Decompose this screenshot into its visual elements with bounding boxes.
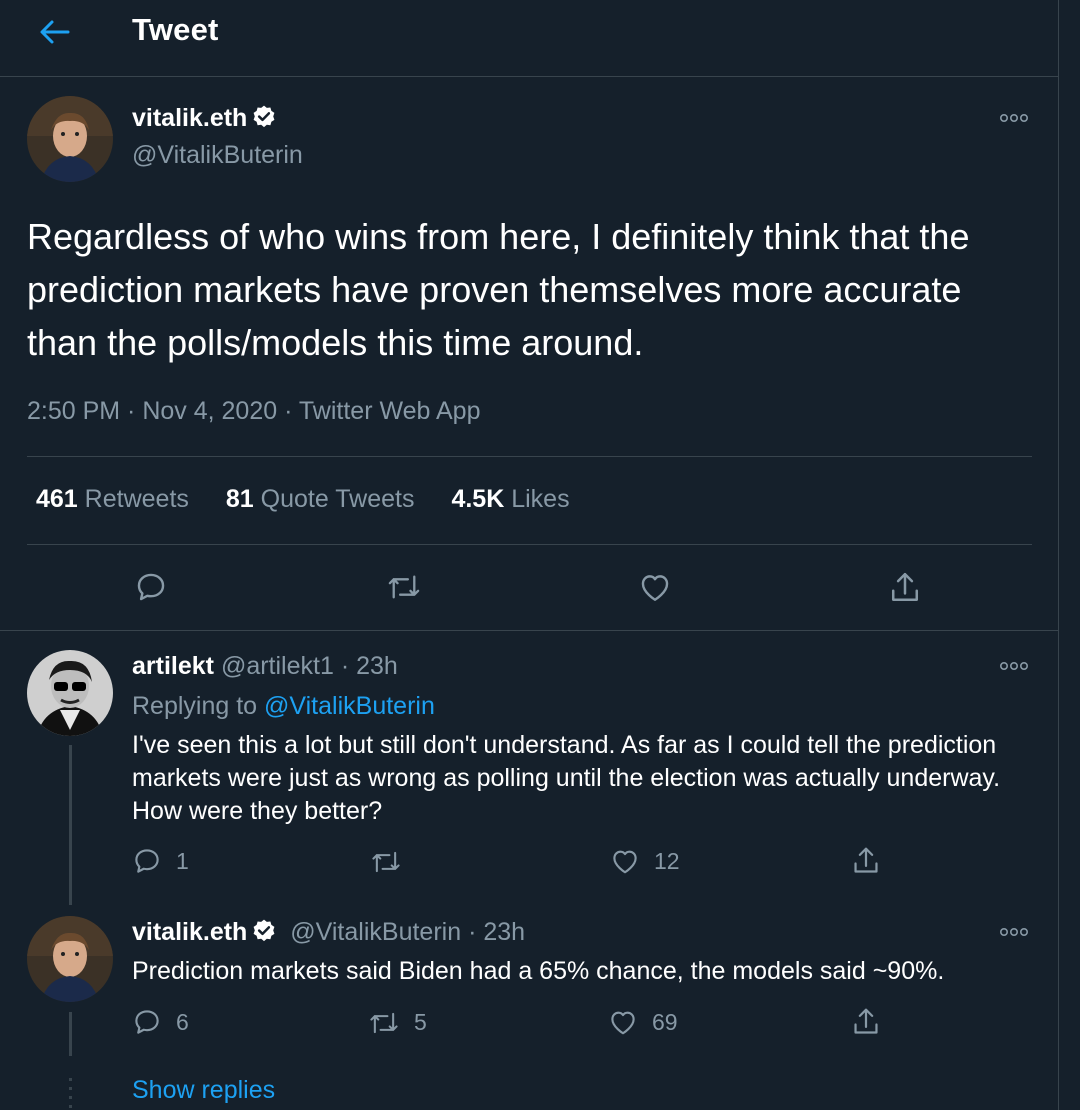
like-button[interactable]: 12 [610, 847, 680, 875]
avatar[interactable] [27, 650, 113, 736]
reply-icon [137, 573, 165, 601]
more-icon [999, 662, 1028, 671]
reply-button[interactable]: 6 [132, 1007, 189, 1037]
page-header: Tweet [0, 0, 1058, 77]
reply-icon [135, 1010, 159, 1034]
more-icon [999, 928, 1028, 937]
tweet-text: Regardless of who wins from here, I defi… [27, 216, 970, 363]
thread-dots [69, 1078, 72, 1108]
retweet-button[interactable] [370, 849, 416, 875]
reply-button[interactable] [134, 570, 168, 604]
like-count: 12 [654, 847, 680, 874]
thread-line [69, 1012, 72, 1056]
more-icon [999, 114, 1028, 123]
retweet-icon [388, 575, 420, 599]
author-handle[interactable]: @artilekt1 [221, 652, 334, 680]
divider [27, 544, 1032, 545]
share-icon [854, 1008, 878, 1034]
tweet-timestamp[interactable]: 2:50 PM · Nov 4, 2020 · Twitter Web App [27, 397, 480, 426]
verified-badge-icon [253, 105, 275, 128]
retweets-stat[interactable]: 461 Retweets [36, 485, 189, 514]
replying-to-link[interactable]: @VitalikButerin [264, 692, 435, 720]
page-title: Tweet [132, 12, 219, 47]
thread-line [69, 745, 72, 905]
avatar[interactable] [27, 916, 113, 1002]
column-border [1058, 0, 1059, 1110]
author-name[interactable]: vitalik.eth [132, 918, 247, 946]
share-icon [854, 847, 878, 873]
retweet-icon [372, 851, 400, 873]
like-icon [613, 850, 637, 874]
retweet-button[interactable] [386, 572, 422, 602]
retweet-count: 5 [414, 1009, 427, 1035]
author-handle[interactable]: @VitalikButerin [132, 141, 303, 170]
author-name[interactable]: artilekt [132, 652, 214, 680]
reply-time[interactable]: · 23h [341, 652, 398, 680]
retweet-button[interactable]: 5 [368, 1009, 427, 1036]
reply-text: I've seen this a lot but still don't und… [132, 731, 1001, 825]
avatar[interactable] [27, 96, 113, 182]
back-arrow-icon [40, 20, 70, 44]
more-button[interactable] [998, 658, 1030, 679]
more-button[interactable] [998, 924, 1030, 945]
like-icon [611, 1011, 635, 1035]
share-icon [891, 572, 919, 602]
reply-count: 6 [176, 1008, 189, 1035]
retweet-icon [370, 1012, 398, 1033]
divider [27, 456, 1032, 457]
reply-count: 1 [176, 847, 189, 874]
likes-stat[interactable]: 4.5K Likes [451, 485, 569, 514]
like-button[interactable]: 69 [608, 1008, 678, 1036]
author-handle[interactable]: @VitalikButerin [290, 918, 461, 946]
quote-tweets-stat[interactable]: 81 Quote Tweets [226, 485, 415, 514]
reply-text: Prediction markets said Biden had a 65% … [132, 957, 945, 985]
tweet-stats: 461 Retweets 81 Quote Tweets 4.5K Likes [36, 485, 570, 514]
reply-icon [135, 849, 159, 873]
share-button[interactable] [851, 845, 881, 877]
like-count: 69 [652, 1008, 678, 1035]
reply-time[interactable]: · 23h [468, 918, 525, 946]
back-button[interactable] [34, 12, 74, 52]
divider [0, 630, 1058, 631]
verified-badge-icon [253, 919, 275, 942]
share-button[interactable] [851, 1006, 881, 1038]
show-replies-link[interactable]: Show replies [132, 1076, 275, 1105]
more-button[interactable] [998, 110, 1030, 131]
like-icon [641, 575, 669, 601]
reply-button[interactable]: 1 [132, 846, 189, 876]
like-button[interactable] [638, 571, 672, 603]
author-name[interactable]: vitalik.eth [132, 104, 247, 132]
replying-to-label: Replying to [132, 692, 258, 720]
share-button[interactable] [888, 570, 922, 606]
